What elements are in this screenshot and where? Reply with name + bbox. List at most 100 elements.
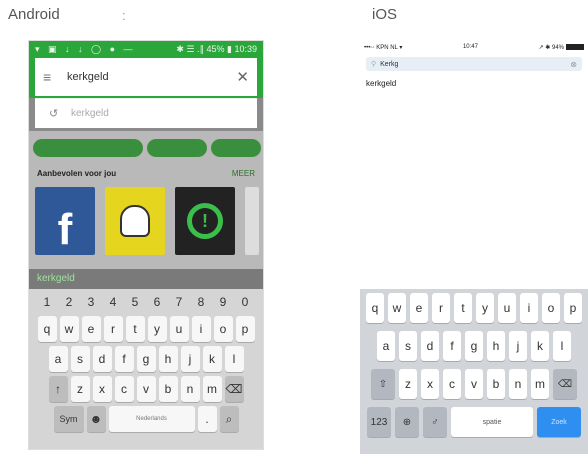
- key-i[interactable]: i: [520, 293, 538, 323]
- numbers-key[interactable]: 123: [367, 407, 391, 437]
- status-left-icons: ▾ ▣ ↓ ↓ ◯ ● —: [35, 44, 136, 54]
- ios-status-bar: •••◦◦ KPN NL ▾ 10:47 ↗ ✱ 94%: [360, 40, 588, 54]
- key-a[interactable]: a: [48, 346, 68, 372]
- backspace-key[interactable]: ⌫: [224, 376, 244, 402]
- keyboard-suggestion-bar[interactable]: kerkgeld: [29, 269, 263, 289]
- key-9[interactable]: 9: [214, 292, 233, 312]
- key-7[interactable]: 7: [170, 292, 189, 312]
- key-b[interactable]: b: [158, 376, 178, 402]
- key-6[interactable]: 6: [148, 292, 167, 312]
- key-d[interactable]: d: [421, 331, 439, 361]
- key-p[interactable]: p: [235, 316, 255, 342]
- key-y[interactable]: y: [476, 293, 494, 323]
- key-u[interactable]: u: [498, 293, 516, 323]
- number-row: 1234567890: [32, 292, 260, 312]
- key-m[interactable]: m: [202, 376, 222, 402]
- key-l[interactable]: l: [553, 331, 571, 361]
- key-r[interactable]: r: [432, 293, 450, 323]
- key-t[interactable]: t: [454, 293, 472, 323]
- search-suggestion[interactable]: ↺ kerkgeld: [35, 98, 257, 128]
- key-g[interactable]: g: [136, 346, 156, 372]
- search-go-key[interactable]: Zoek: [537, 407, 581, 437]
- shift-key[interactable]: ⇧: [371, 369, 395, 399]
- key-v[interactable]: v: [465, 369, 483, 399]
- key-g[interactable]: g: [465, 331, 483, 361]
- key-e[interactable]: e: [410, 293, 428, 323]
- category-chip[interactable]: [211, 139, 261, 157]
- key-k[interactable]: k: [202, 346, 222, 372]
- key-f[interactable]: f: [114, 346, 134, 372]
- key-i[interactable]: i: [191, 316, 211, 342]
- key-k[interactable]: k: [531, 331, 549, 361]
- key-1[interactable]: 1: [38, 292, 57, 312]
- period-key[interactable]: .: [197, 406, 217, 432]
- search-bar[interactable]: ≡ kerkgeld ✕: [35, 58, 257, 96]
- key-n[interactable]: n: [180, 376, 200, 402]
- key-v[interactable]: v: [136, 376, 156, 402]
- menu-icon[interactable]: ≡: [43, 69, 67, 85]
- key-d[interactable]: d: [92, 346, 112, 372]
- key-h[interactable]: h: [158, 346, 178, 372]
- key-w[interactable]: w: [59, 316, 79, 342]
- key-s[interactable]: s: [70, 346, 90, 372]
- key-c[interactable]: c: [443, 369, 461, 399]
- close-icon[interactable]: ✕: [236, 68, 249, 86]
- globe-icon[interactable]: ⊕: [395, 407, 419, 437]
- key-t[interactable]: t: [125, 316, 145, 342]
- key-4[interactable]: 4: [104, 292, 123, 312]
- space-key[interactable]: spatie: [451, 407, 533, 437]
- more-link[interactable]: MEER: [232, 169, 255, 178]
- facebook-icon[interactable]: f: [35, 187, 95, 255]
- category-chip[interactable]: [147, 139, 207, 157]
- key-j[interactable]: j: [180, 346, 200, 372]
- key-s[interactable]: s: [399, 331, 417, 361]
- key-o[interactable]: o: [213, 316, 233, 342]
- app-icon[interactable]: !: [175, 187, 235, 255]
- key-x[interactable]: x: [92, 376, 112, 402]
- android-keyboard: 1234567890 qwertyuiop asdfghjkl ↑ zxcvbn…: [29, 289, 263, 449]
- key-8[interactable]: 8: [192, 292, 211, 312]
- key-j[interactable]: j: [509, 331, 527, 361]
- backspace-key[interactable]: ⌫: [553, 369, 577, 399]
- key-m[interactable]: m: [531, 369, 549, 399]
- sym-key[interactable]: Sym: [53, 406, 84, 432]
- shift-key[interactable]: ↑: [48, 376, 68, 402]
- key-e[interactable]: e: [81, 316, 101, 342]
- key-n[interactable]: n: [509, 369, 527, 399]
- search-input[interactable]: Kerkg: [380, 61, 398, 68]
- key-z[interactable]: z: [70, 376, 90, 402]
- key-w[interactable]: w: [388, 293, 406, 323]
- key-2[interactable]: 2: [60, 292, 79, 312]
- clear-icon[interactable]: ⊗: [570, 60, 577, 69]
- key-5[interactable]: 5: [126, 292, 145, 312]
- snapchat-icon[interactable]: [105, 187, 165, 255]
- key-c[interactable]: c: [114, 376, 134, 402]
- key-r[interactable]: r: [103, 316, 123, 342]
- key-b[interactable]: b: [487, 369, 505, 399]
- key-l[interactable]: l: [224, 346, 244, 372]
- key-u[interactable]: u: [169, 316, 189, 342]
- space-key[interactable]: Nederlands: [108, 406, 195, 432]
- category-chip[interactable]: [33, 139, 143, 157]
- search-bar[interactable]: ⚲ Kerkg ⊗: [366, 57, 582, 71]
- emoji-key[interactable]: ☻: [86, 406, 106, 432]
- key-p[interactable]: p: [564, 293, 582, 323]
- history-icon: ↺: [49, 108, 59, 120]
- mic-icon[interactable]: ♂: [423, 407, 447, 437]
- key-3[interactable]: 3: [82, 292, 101, 312]
- key-h[interactable]: h: [487, 331, 505, 361]
- key-z[interactable]: z: [399, 369, 417, 399]
- search-key[interactable]: ⌕: [219, 406, 239, 432]
- key-f[interactable]: f: [443, 331, 461, 361]
- key-0[interactable]: 0: [236, 292, 255, 312]
- key-q[interactable]: q: [37, 316, 57, 342]
- search-input[interactable]: kerkgeld: [67, 71, 236, 83]
- app-icon[interactable]: [245, 187, 259, 255]
- search-icon: ⚲: [371, 61, 377, 68]
- search-result[interactable]: kerkgeld: [360, 71, 588, 96]
- key-x[interactable]: x: [421, 369, 439, 399]
- key-a[interactable]: a: [377, 331, 395, 361]
- key-q[interactable]: q: [366, 293, 384, 323]
- key-o[interactable]: o: [542, 293, 560, 323]
- key-y[interactable]: y: [147, 316, 167, 342]
